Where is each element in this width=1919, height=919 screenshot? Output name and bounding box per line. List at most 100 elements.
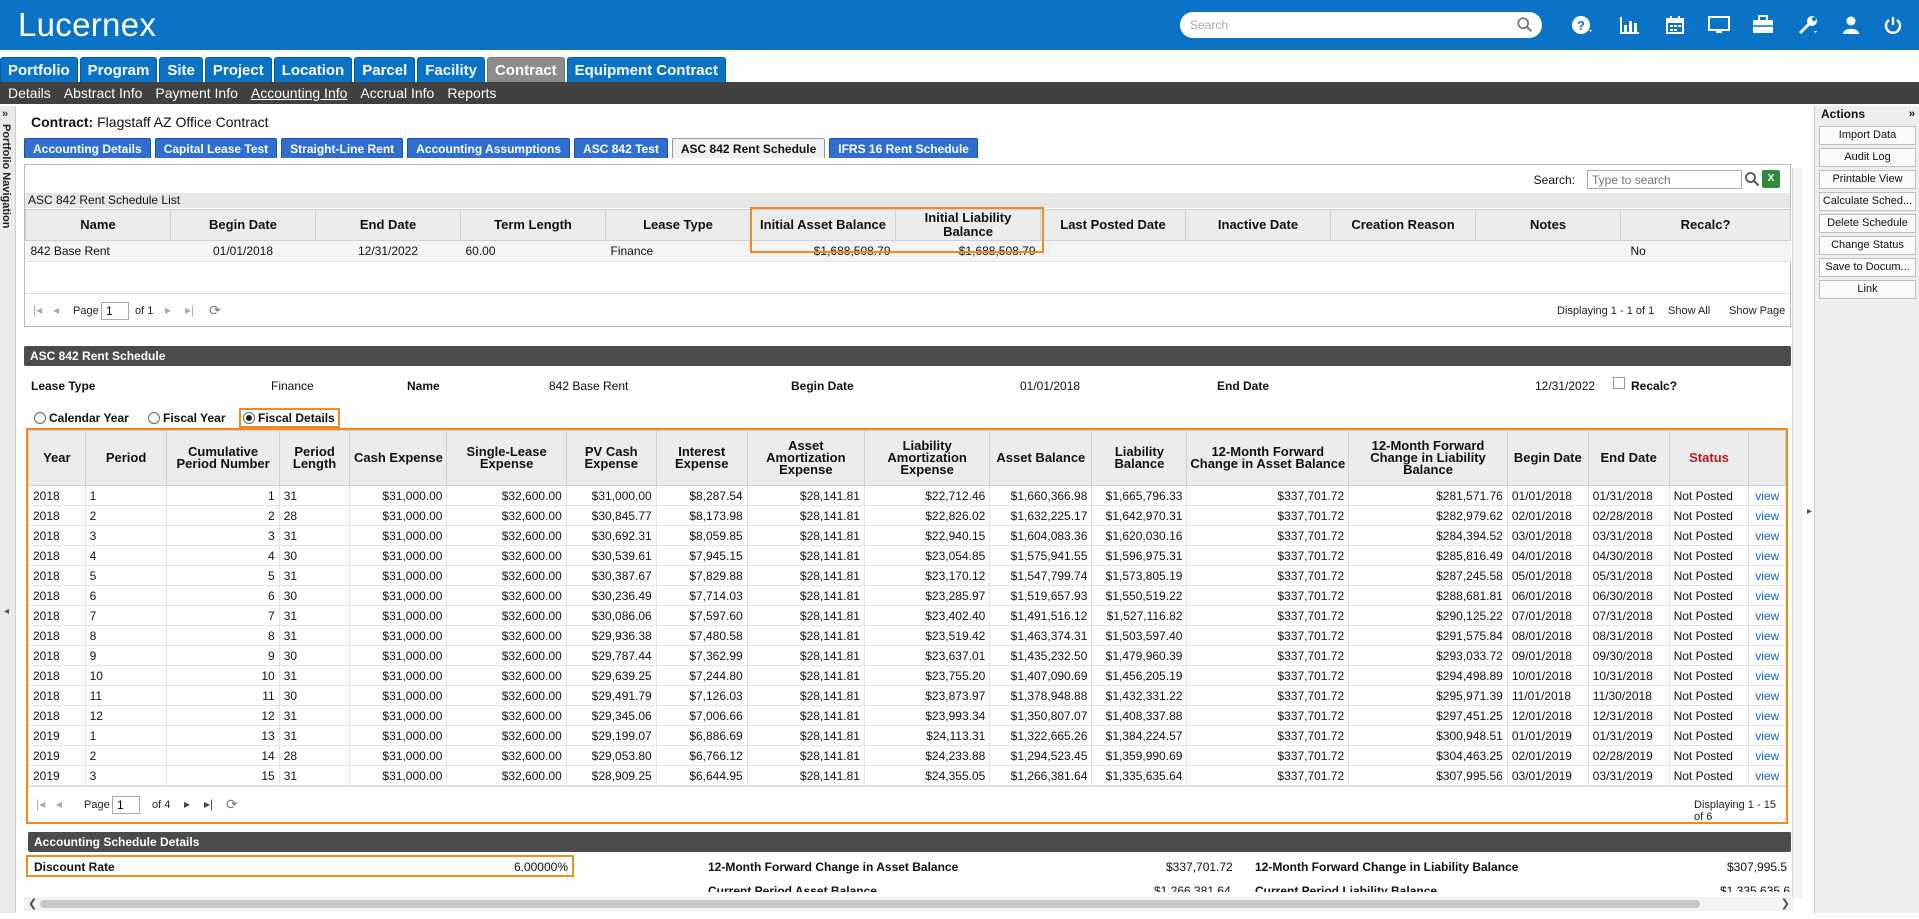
expand-chevron-icon[interactable]: » bbox=[2, 108, 8, 120]
first-page-icon[interactable]: |◂ bbox=[33, 303, 42, 317]
view-link[interactable]: view bbox=[1748, 565, 1786, 586]
table-row[interactable]: 2018 6 6 30 $31,000.00 $32,600.00 $30,236.49 $7… bbox=[28, 585, 1786, 606]
column-header[interactable]: 12-Month Forward Change in Asset Balance bbox=[1186, 430, 1350, 486]
column-header[interactable]: Period bbox=[84, 430, 168, 486]
subnav-accrual-info[interactable]: Accrual Info bbox=[360, 85, 434, 101]
view-link[interactable]: view bbox=[1748, 625, 1786, 646]
column-header[interactable]: Interest Expense bbox=[655, 430, 748, 486]
fiscal-year-radio[interactable]: Fiscal Year bbox=[148, 411, 226, 425]
delete-schedule-button[interactable]: Delete Schedule bbox=[1819, 214, 1916, 233]
save-to-documents-button[interactable]: Save to Docum... bbox=[1819, 258, 1916, 277]
scroll-left-icon[interactable]: ❮ bbox=[28, 897, 37, 910]
column-header[interactable]: Status bbox=[1668, 430, 1750, 486]
table-row[interactable]: 2019 3 15 31 $31,000.00 $32,600.00 $28,909.25 $… bbox=[28, 765, 1786, 786]
view-link[interactable]: view bbox=[1748, 585, 1786, 606]
show-page-link[interactable]: Show Page bbox=[1729, 305, 1785, 317]
tab-capital-lease-test[interactable]: Capital Lease Test bbox=[154, 138, 278, 158]
table-row[interactable]: 2018 12 12 31 $31,000.00 $32,600.00 $29,345.06… bbox=[28, 705, 1786, 726]
view-link[interactable]: view bbox=[1748, 605, 1786, 626]
link-button[interactable]: Link bbox=[1819, 280, 1916, 299]
list-search-input[interactable] bbox=[1587, 170, 1742, 189]
first-page-icon[interactable]: |◂ bbox=[36, 797, 45, 811]
column-header[interactable]: Year bbox=[28, 430, 86, 486]
vertical-scrollbar[interactable] bbox=[1792, 168, 1802, 898]
column-header[interactable]: Cash Expense bbox=[349, 430, 448, 486]
audit-log-button[interactable]: Audit Log bbox=[1819, 148, 1916, 167]
portfolio-navigation-label[interactable]: Portfolio Navigation bbox=[0, 124, 12, 229]
view-link[interactable]: view bbox=[1748, 705, 1786, 726]
tab-accounting-assumptions[interactable]: Accounting Assumptions bbox=[407, 138, 571, 158]
view-link[interactable]: view bbox=[1748, 505, 1786, 526]
binoculars-search-icon[interactable] bbox=[1744, 171, 1760, 187]
view-link[interactable]: view bbox=[1748, 765, 1786, 786]
view-link[interactable]: view bbox=[1748, 545, 1786, 566]
table-row[interactable]: 2018 3 3 31 $31,000.00 $32,600.00 $30,692.31 $8… bbox=[28, 525, 1786, 546]
tab-straight-line-rent[interactable]: Straight-Line Rent bbox=[281, 138, 404, 158]
tab-facility[interactable]: Facility bbox=[417, 57, 485, 83]
column-header[interactable]: Inactive Date bbox=[1185, 209, 1331, 241]
prev-page-icon[interactable]: ◂ bbox=[56, 797, 62, 811]
help-icon[interactable]: ? bbox=[1571, 14, 1593, 36]
column-header[interactable]: Term Length bbox=[460, 209, 606, 241]
table-row[interactable]: 2018 11 11 30 $31,000.00 $32,600.00 $29,491.79… bbox=[28, 685, 1786, 706]
calculate-schedule-button[interactable]: Calculate Sched... bbox=[1819, 192, 1916, 211]
view-link[interactable]: view bbox=[1748, 525, 1786, 546]
column-header[interactable]: Initial Asset Balance bbox=[750, 209, 896, 241]
import-data-button[interactable]: Import Data bbox=[1819, 126, 1916, 145]
tab-location[interactable]: Location bbox=[273, 57, 353, 83]
tab-accounting-details[interactable]: Accounting Details bbox=[24, 138, 151, 158]
expand-arrow-icon[interactable]: ▸ bbox=[1807, 506, 1812, 517]
tab-project[interactable]: Project bbox=[204, 57, 272, 83]
search-icon[interactable] bbox=[1516, 16, 1534, 34]
table-row[interactable]: 2018 8 8 31 $31,000.00 $32,600.00 $29,936.38 $7… bbox=[28, 625, 1786, 646]
view-link[interactable]: view bbox=[1748, 685, 1786, 706]
view-link[interactable]: view bbox=[1748, 665, 1786, 686]
tab-equipment-contract[interactable]: Equipment Contract bbox=[566, 57, 726, 83]
column-header[interactable]: Begin Date bbox=[1506, 430, 1589, 486]
briefcase-icon[interactable] bbox=[1752, 14, 1774, 36]
tab-parcel[interactable]: Parcel bbox=[354, 57, 416, 83]
column-header[interactable]: Asset Balance bbox=[989, 430, 1093, 486]
table-row[interactable]: 2019 1 13 31 $31,000.00 $32,600.00 $29,199.07 $… bbox=[28, 725, 1786, 746]
table-row[interactable]: 2018 2 2 28 $31,000.00 $32,600.00 $30,845.77 $8… bbox=[28, 505, 1786, 526]
scrollbar-thumb[interactable] bbox=[40, 900, 1700, 908]
refresh-icon[interactable]: ⟳ bbox=[209, 302, 221, 319]
subnav-details[interactable]: Details bbox=[8, 85, 51, 101]
fiscal-details-radio[interactable]: Fiscal Details bbox=[239, 408, 340, 428]
subnav-accounting-info[interactable]: Accounting Info bbox=[251, 85, 348, 101]
table-row[interactable]: 842 Base Rent 01/01/2018 12/31/2022 60.0… bbox=[25, 240, 1791, 262]
tab-asc-842-rent-schedule[interactable]: ASC 842 Rent Schedule bbox=[671, 138, 826, 158]
column-header[interactable]: Liability Amortization Expense bbox=[863, 430, 991, 486]
refresh-icon[interactable]: ⟳ bbox=[226, 796, 238, 813]
collapse-arrow-icon[interactable]: ◂ bbox=[4, 606, 9, 617]
calendar-icon[interactable] bbox=[1664, 14, 1686, 36]
column-header[interactable]: 12-Month Forward Change in Liability Bal… bbox=[1348, 430, 1508, 486]
tab-program[interactable]: Program bbox=[79, 57, 158, 83]
table-row[interactable]: 2018 1 1 31 $31,000.00 $32,600.00 $31,000.00 $8… bbox=[28, 485, 1786, 506]
column-header[interactable]: Cumulative Period Number bbox=[166, 430, 280, 486]
table-row[interactable]: 2018 5 5 31 $31,000.00 $32,600.00 $30,387.67 $7… bbox=[28, 565, 1786, 586]
app-logo[interactable]: Lucernex bbox=[18, 6, 156, 44]
table-row[interactable]: 2018 9 9 30 $31,000.00 $32,600.00 $29,787.44 $7… bbox=[28, 645, 1786, 666]
scroll-right-icon[interactable]: ❯ bbox=[1781, 897, 1790, 910]
column-header[interactable]: Recalc? bbox=[1620, 209, 1791, 241]
column-header[interactable]: Single-Lease Expense bbox=[446, 430, 567, 486]
column-header[interactable]: End Date bbox=[315, 209, 461, 241]
subnav-reports[interactable]: Reports bbox=[447, 85, 496, 101]
view-link[interactable]: view bbox=[1748, 725, 1786, 746]
table-row[interactable]: 2018 7 7 31 $31,000.00 $32,600.00 $30,086.06 $7… bbox=[28, 605, 1786, 626]
table-row[interactable]: 2019 2 14 28 $31,000.00 $32,600.00 $29,053.80 $… bbox=[28, 745, 1786, 766]
printable-view-button[interactable]: Printable View bbox=[1819, 170, 1916, 189]
column-header[interactable]: PV Cash Expense bbox=[565, 430, 657, 486]
monitor-icon[interactable] bbox=[1708, 14, 1730, 36]
column-header[interactable]: Asset Amortization Expense bbox=[746, 430, 865, 486]
next-page-icon[interactable]: ▸ bbox=[184, 797, 190, 811]
tab-asc-842-test[interactable]: ASC 842 Test bbox=[574, 138, 668, 158]
prev-page-icon[interactable]: ◂ bbox=[53, 303, 59, 317]
view-link[interactable]: view bbox=[1748, 645, 1786, 666]
last-page-icon[interactable]: ▸| bbox=[204, 797, 213, 811]
column-header[interactable]: Liability Balance bbox=[1091, 430, 1188, 486]
tab-portfolio[interactable]: Portfolio bbox=[0, 57, 78, 83]
column-header[interactable]: Notes bbox=[1475, 209, 1621, 241]
recalc-checkbox[interactable] bbox=[1613, 377, 1625, 389]
